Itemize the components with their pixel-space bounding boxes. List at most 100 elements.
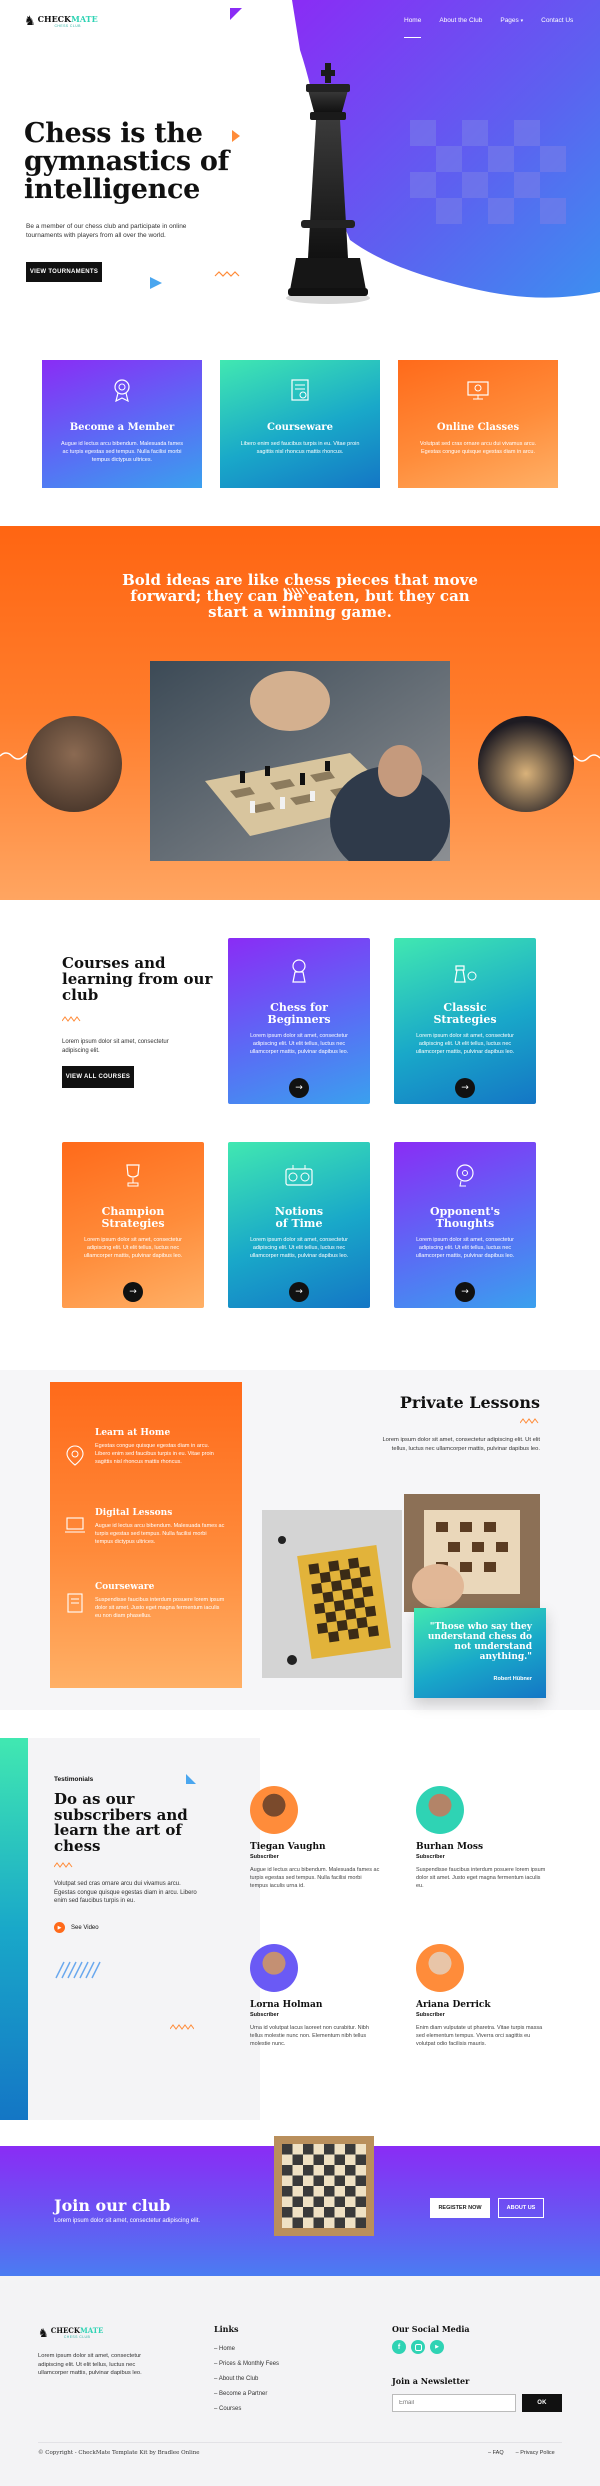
stripes-decoration xyxy=(55,1961,101,1979)
quote-card-line2: understand chess do xyxy=(427,1632,532,1642)
footer-link-prices[interactable]: Prices & Monthly Fees xyxy=(219,2361,279,2367)
arrow-right-icon[interactable]: → xyxy=(455,1078,475,1098)
brand-logo[interactable]: ♞ CHECKMATE CHESS CLUB xyxy=(24,14,98,29)
footer-link-home[interactable]: Home xyxy=(219,2346,235,2352)
footer-faq-link[interactable]: – FAQ xyxy=(488,2450,504,2456)
course-title-l2: Thoughts xyxy=(435,1217,495,1230)
feature-card-courseware[interactable]: Courseware Libero enim sed faucibus turp… xyxy=(220,360,380,488)
chessboard-photo xyxy=(262,1510,402,1678)
footer-link-courses[interactable]: Courses xyxy=(219,2406,241,2412)
footer-link-about[interactable]: About the Club xyxy=(219,2376,259,2382)
zigzag-decoration xyxy=(520,1418,539,1424)
footer-bottom-links: – FAQ – Privacy Police xyxy=(488,2450,555,2456)
view-all-courses-button[interactable]: VIEW ALL COURSES xyxy=(62,1066,134,1088)
arrow-right-icon[interactable]: → xyxy=(289,1078,309,1098)
nav-about[interactable]: About the Club xyxy=(439,17,482,38)
quote-band: Bold ideas are like chess pieces that mo… xyxy=(0,526,600,900)
right-circle-photo xyxy=(478,716,574,812)
person-name: Lorna Holman xyxy=(250,2000,323,2010)
feature-title: Become a Member xyxy=(69,422,175,433)
courses-heading-line3: club xyxy=(62,986,99,1004)
person-text: Enim diam vulputate ut pharetra. Vitae t… xyxy=(416,2025,543,2047)
course-title: Notions of Time xyxy=(228,1206,370,1230)
course-title: Classic Strategies xyxy=(394,1002,536,1026)
footer-about-text: Lorem ipsum dolor sit amet, consectetur … xyxy=(38,2353,142,2376)
feature-title: Courseware xyxy=(267,422,333,433)
course-text: Lorem ipsum dolor sit amet, consectetur … xyxy=(415,1033,515,1055)
quote-card-line3: not understand xyxy=(454,1642,532,1652)
testimonials-heading-l4: chess xyxy=(54,1836,101,1855)
footer-logo[interactable]: ♞ CHECKMATE CHESS CLUB xyxy=(38,2326,103,2340)
feature-card-online[interactable]: Online Classes Volutpat sed cras ornare … xyxy=(398,360,558,488)
brand-name-b: MATE xyxy=(71,14,98,24)
quote-band-text: Bold ideas are like chess pieces that mo… xyxy=(0,572,600,620)
footer-link-item[interactable]: – Become a Partner xyxy=(214,2387,279,2402)
footer-link-item[interactable]: – About the Club xyxy=(214,2372,279,2387)
monitor-icon xyxy=(467,381,489,400)
person-text: Augue id lectus arcu bibendum. Malesuada… xyxy=(250,1867,380,1889)
newsletter-email-input[interactable] xyxy=(392,2394,516,2412)
instagram-icon[interactable] xyxy=(411,2340,425,2354)
quote-card-line4: anything." xyxy=(479,1652,532,1662)
see-video-label: See Video xyxy=(71,1924,99,1931)
course-title-l2: Strategies xyxy=(433,1013,497,1026)
footer-link-item[interactable]: – Home xyxy=(214,2342,279,2357)
footer-links-title: Links xyxy=(214,2324,239,2334)
person-text: Suspendisse faucibus interdum posuere lo… xyxy=(416,1867,546,1889)
course-title-l2: Beginners xyxy=(267,1013,331,1026)
quote-author: Robert Hübner xyxy=(493,1676,533,1682)
nav-home[interactable]: Home xyxy=(404,17,422,38)
thinking-head-icon xyxy=(456,1164,474,1187)
person-name: Ariana Derrick xyxy=(416,2000,491,2010)
arrow-right-icon[interactable]: → xyxy=(455,1282,475,1302)
join-club-heading: Join our club xyxy=(54,2196,171,2215)
feature-card-member[interactable]: Become a Member Augue id lectus arcu bib… xyxy=(42,360,202,488)
newsletter-ok-button[interactable]: OK xyxy=(522,2394,562,2412)
footer-links-list: – Home – Prices & Monthly Fees – About t… xyxy=(214,2342,279,2417)
person-role: Subscriber xyxy=(250,1854,279,1860)
lesson-text: Suspendisse faucibus interdum posuere lo… xyxy=(95,1597,225,1619)
course-card-time[interactable]: Notions of Time Lorem ipsum dolor sit ame… xyxy=(228,1142,370,1308)
avatar-tiegan xyxy=(250,1786,298,1834)
arrow-right-icon[interactable]: → xyxy=(123,1282,143,1302)
brand-name-b: MATE xyxy=(79,2326,104,2335)
footer-social-title: Our Social Media xyxy=(392,2324,470,2334)
footer-link-partner[interactable]: Become a Partner xyxy=(219,2391,267,2397)
footer-link-item[interactable]: – Prices & Monthly Fees xyxy=(214,2357,279,2372)
medal-icon xyxy=(114,379,130,402)
see-video-button[interactable]: ▶ See Video xyxy=(54,1922,99,1933)
nav-pages[interactable]: Pages ▾ xyxy=(500,17,523,38)
youtube-icon[interactable]: ▶ xyxy=(430,2340,444,2354)
course-card-classic[interactable]: Classic Strategies Lorem ipsum dolor sit … xyxy=(394,938,536,1104)
brand-tagline: CHESS CLUB xyxy=(54,24,81,28)
nav-pages-label: Pages xyxy=(500,17,519,24)
course-card-opponent[interactable]: Opponent's Thoughts Lorem ipsum dolor sit… xyxy=(394,1142,536,1308)
nav-contact[interactable]: Contact Us xyxy=(541,17,573,38)
footer-privacy-link[interactable]: – Privacy Police xyxy=(516,2450,555,2456)
footer-link-item[interactable]: – Courses xyxy=(214,2402,279,2417)
zigzag-decoration xyxy=(170,2024,194,2030)
document-icon xyxy=(67,1593,83,1613)
course-title: Chess for Beginners xyxy=(228,1002,370,1026)
course-card-beginners[interactable]: Chess for Beginners Lorem ipsum dolor sit… xyxy=(228,938,370,1104)
courses-text: Lorem ipsum dolor sit amet, consectetur … xyxy=(62,1039,169,1054)
arrow-right-icon[interactable]: → xyxy=(289,1282,309,1302)
facebook-icon[interactable]: f xyxy=(392,2340,406,2354)
triangle-decoration xyxy=(186,1774,196,1784)
lesson-text: Egestas congue quisque egestas diam in a… xyxy=(95,1443,214,1465)
chevron-down-icon: ▾ xyxy=(520,18,524,24)
hero-title: Chess is the gymnastics of intelligence xyxy=(24,120,229,204)
view-tournaments-button[interactable]: VIEW TOURNAMENTS xyxy=(26,262,102,282)
about-us-button[interactable]: ABOUT US xyxy=(498,2198,544,2218)
left-circle-photo xyxy=(26,716,122,812)
lesson-title: Courseware xyxy=(95,1582,155,1592)
main-nav: Home About the Club Pages ▾ Contact Us xyxy=(404,17,573,38)
course-title: Opponent's Thoughts xyxy=(394,1206,536,1230)
avatar-burhan xyxy=(416,1786,464,1834)
register-now-button[interactable]: REGISTER NOW xyxy=(430,2198,490,2218)
testimonials-text: Volutpat sed cras ornare arcu dui vivamu… xyxy=(54,1881,197,1904)
course-card-champion[interactable]: Champion Strategies Lorem ipsum dolor sit… xyxy=(62,1142,204,1308)
rook-icon xyxy=(454,965,477,983)
person-role: Subscriber xyxy=(250,2012,279,2018)
course-title-l2: Strategies xyxy=(101,1217,165,1230)
